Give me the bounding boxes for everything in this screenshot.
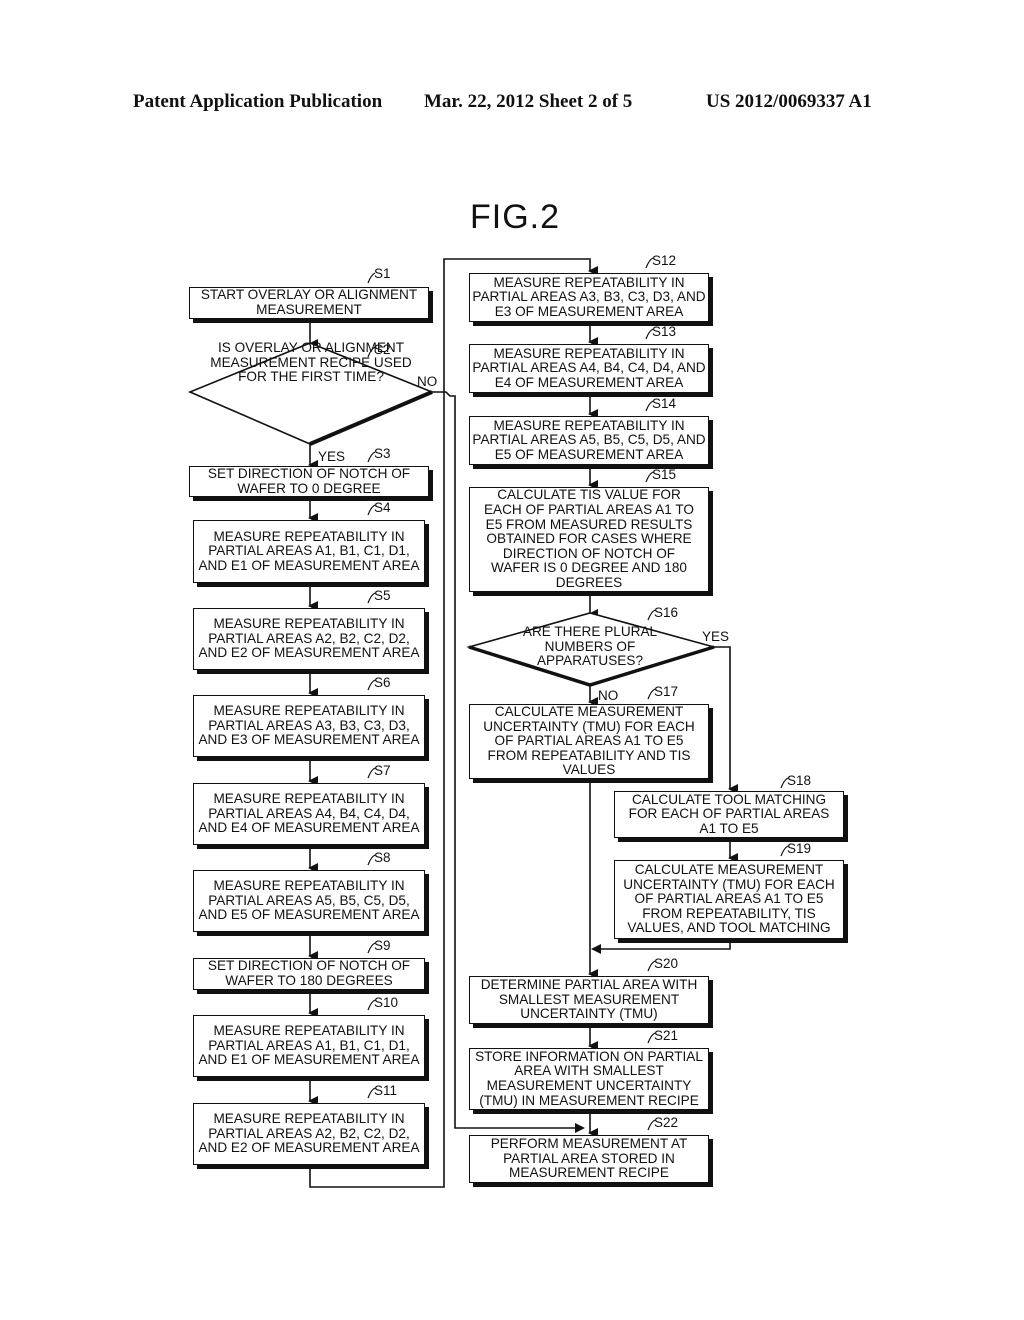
step-label-s3: S3 bbox=[374, 446, 391, 461]
process-box-s7: MEASURE REPEATABILITY IN PARTIAL AREAS A… bbox=[193, 783, 425, 845]
step-label-s17: S17 bbox=[654, 684, 679, 699]
step-label-s16: S16 bbox=[654, 605, 679, 620]
process-box-s11: MEASURE REPEATABILITY IN PARTIAL AREAS A… bbox=[193, 1103, 425, 1165]
process-box-s22: PERFORM MEASUREMENT AT PARTIAL AREA STOR… bbox=[469, 1135, 709, 1183]
step-label-s7: S7 bbox=[374, 763, 391, 778]
branch-label-yes: YES bbox=[318, 449, 346, 464]
process-box-s18: CALCULATE TOOL MATCHING FOR EACH OF PART… bbox=[614, 791, 844, 838]
step-label-s18: S18 bbox=[787, 773, 812, 788]
step-label-s13: S13 bbox=[652, 324, 677, 339]
step-label-s15: S15 bbox=[652, 467, 677, 482]
step-label-s10: S10 bbox=[374, 995, 399, 1010]
process-box-s12: MEASURE REPEATABILITY IN PARTIAL AREAS A… bbox=[469, 273, 709, 322]
step-label-s12: S12 bbox=[652, 253, 677, 268]
process-box-s17: CALCULATE MEASUREMENT UNCERTAINTY (TMU) … bbox=[469, 704, 709, 779]
step-label-s9: S9 bbox=[374, 938, 391, 953]
branch-label-yes-s16: YES bbox=[702, 629, 730, 644]
process-box-s9: SET DIRECTION OF NOTCH OF WAFER TO 180 D… bbox=[193, 958, 425, 990]
step-label-s4: S4 bbox=[374, 500, 391, 515]
process-box-s13: MEASURE REPEATABILITY IN PARTIAL AREAS A… bbox=[469, 344, 709, 393]
process-box-s20: DETERMINE PARTIAL AREA WITH SMALLEST MEA… bbox=[469, 976, 709, 1024]
step-label-s14: S14 bbox=[652, 396, 677, 411]
step-label-s1: S1 bbox=[374, 266, 391, 281]
process-box-s1: START OVERLAY OR ALIGNMENT MEASUREMENT bbox=[189, 287, 429, 319]
branch-label-no: NO bbox=[417, 374, 438, 389]
step-label-s5: S5 bbox=[374, 588, 391, 603]
process-box-s6: MEASURE REPEATABILITY IN PARTIAL AREAS A… bbox=[193, 695, 425, 757]
decision-text-s16: ARE THERE PLURAL NUMBERS OF APPARATUSES? bbox=[522, 624, 658, 669]
step-label-s22: S22 bbox=[654, 1115, 679, 1130]
step-label-s21: S21 bbox=[654, 1028, 679, 1043]
process-box-s21: STORE INFORMATION ON PARTIAL AREA WITH S… bbox=[469, 1048, 709, 1110]
process-box-s10: MEASURE REPEATABILITY IN PARTIAL AREAS A… bbox=[193, 1015, 425, 1077]
process-box-s5: MEASURE REPEATABILITY IN PARTIAL AREAS A… bbox=[193, 608, 425, 670]
step-label-s19: S19 bbox=[787, 841, 812, 856]
arrow-s19-merge bbox=[591, 939, 731, 954]
arrow-s16-yes-s18 bbox=[714, 646, 738, 794]
process-box-s15: CALCULATE TIS VALUE FOR EACH OF PARTIAL … bbox=[469, 487, 709, 592]
process-box-s14: MEASURE REPEATABILITY IN PARTIAL AREAS A… bbox=[469, 416, 709, 465]
decision-text-s2: IS OVERLAY OR ALIGNMENT MEASUREMENT RECI… bbox=[210, 340, 412, 385]
process-box-s3: SET DIRECTION OF NOTCH OF WAFER TO 0 DEG… bbox=[189, 466, 429, 497]
process-box-s19: CALCULATE MEASUREMENT UNCERTAINTY (TMU) … bbox=[614, 860, 844, 939]
branch-label-no-s16: NO bbox=[598, 688, 619, 703]
step-label-s8: S8 bbox=[374, 850, 391, 865]
step-label-s20: S20 bbox=[654, 956, 679, 971]
step-label-s11: S11 bbox=[374, 1083, 398, 1098]
step-label-s6: S6 bbox=[374, 675, 391, 690]
process-box-s8: MEASURE REPEATABILITY IN PARTIAL AREAS A… bbox=[193, 870, 425, 932]
process-box-s4: MEASURE REPEATABILITY IN PARTIAL AREAS A… bbox=[193, 520, 425, 583]
